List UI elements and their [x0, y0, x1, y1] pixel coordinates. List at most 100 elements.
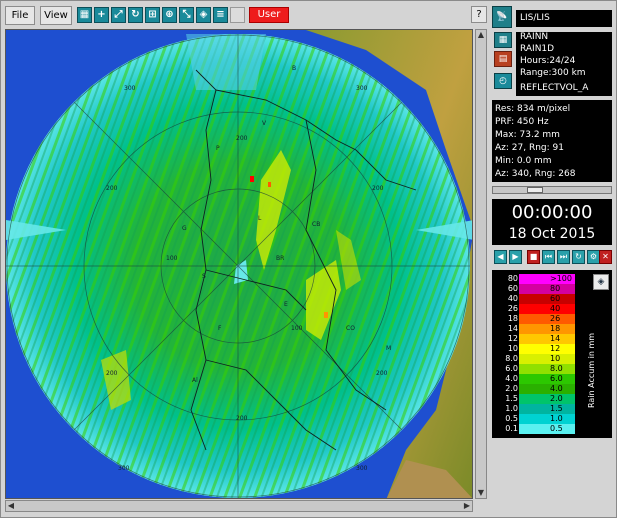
time-display: 00:00:00 18 Oct 2015 [492, 199, 612, 245]
legend-unit: Rain Accum in mm [587, 332, 596, 408]
radar-site-icon[interactable]: 📡 [492, 6, 512, 28]
rotate-tool-icon[interactable]: ↻ [128, 7, 143, 23]
range-label: 200 [106, 370, 118, 377]
resolution-text: Res: 834 m/pixel [495, 104, 571, 114]
measure-tool-icon[interactable]: ⊞ [145, 7, 160, 23]
legend-row: 80 >100 [492, 274, 612, 284]
toolbar: File View ▦ + ⤢ ↻ ⊞ ⊕ ⤡ ◈ ≡ User [5, 6, 485, 26]
product-2: RAIN1D [520, 44, 555, 54]
place-label: M [386, 345, 391, 352]
legend-lower-bound: 6.0 [505, 364, 518, 373]
help-button[interactable]: ? [471, 6, 487, 23]
scroll-right-icon[interactable]: ▶ [462, 501, 472, 511]
time-slider[interactable] [492, 186, 612, 194]
reflect-text: REFLECTVOL_A [516, 80, 612, 96]
legend-lower-bound: 4.0 [505, 374, 518, 383]
radar-name: LIS/LIS [516, 10, 612, 27]
legend-lower-bound: 60 [507, 284, 518, 293]
range-label: 200 [236, 135, 248, 142]
place-label: CO [346, 325, 355, 332]
radar-map-view[interactable]: 300 300 200 200 200 200 200 200 100 100 … [5, 29, 473, 499]
legend-lower-bound: 12 [507, 334, 518, 343]
last-frame-icon[interactable]: ⏭ [557, 250, 570, 264]
legend-swatch [519, 294, 575, 304]
max-text: Max: 73.2 mm [495, 130, 560, 140]
legend-swatch [519, 334, 575, 344]
range-label: 200 [372, 185, 384, 192]
range-tool-icon[interactable]: ⤡ [179, 7, 194, 23]
vertical-scrollbar[interactable]: ▲ ▼ [475, 29, 487, 499]
file-menu-button[interactable]: File [5, 6, 35, 25]
legend-swatch [519, 414, 575, 424]
min-text: Min: 0.0 mm [495, 156, 552, 166]
beam-artifact-north [186, 34, 266, 90]
legend-swatch [519, 354, 575, 364]
prf-text: PRF: 450 Hz [495, 117, 549, 127]
scroll-left-icon[interactable]: ◀ [6, 501, 16, 511]
range-label: 300 [124, 85, 136, 92]
rain-cell-red-1 [250, 176, 254, 182]
loop-icon[interactable]: ↻ [572, 250, 585, 264]
legend-upper-bound: 1.5 [550, 404, 563, 413]
legend-upper-bound: 14 [550, 334, 561, 343]
legend-lower-bound: 26 [507, 304, 518, 313]
play-icon[interactable]: ▶ [509, 250, 522, 264]
legend-upper-bound: 4.0 [550, 384, 563, 393]
range-rings [6, 34, 470, 498]
time-slider-thumb[interactable] [527, 187, 543, 193]
grid-tool-icon[interactable]: ▦ [77, 7, 92, 23]
scroll-up-icon[interactable]: ▲ [476, 30, 486, 40]
legend-lower-bound: 1.0 [505, 404, 518, 413]
clock-icon[interactable]: ◴ [494, 73, 512, 89]
legend-swatch [519, 324, 575, 334]
min-location-text: Az: 340, Rng: 268 [495, 169, 576, 179]
legend-lower-bound: 0.5 [505, 414, 518, 423]
legend-swatch [519, 304, 575, 314]
legend-upper-bound: 18 [550, 324, 561, 333]
step-back-icon[interactable]: ◀ [494, 250, 507, 264]
first-frame-icon[interactable]: ⏮ [542, 250, 555, 264]
legend-swatch [519, 284, 575, 294]
profile-tool-icon[interactable]: ⊕ [162, 7, 177, 23]
date-text: 18 Oct 2015 [508, 226, 596, 242]
range-label: 200 [236, 415, 248, 422]
place-label: B [292, 65, 296, 72]
legend-lower-bound: 40 [507, 294, 518, 303]
rain-cell-orange-1 [268, 182, 271, 187]
product-chart-icon[interactable]: ▤ [494, 51, 512, 67]
range-label: 100 [166, 255, 178, 262]
legend-lower-bound: 10 [507, 344, 518, 353]
rain-cell-orange-2 [324, 312, 328, 318]
legend-upper-bound: 80 [550, 284, 561, 293]
legend-swatch [519, 384, 575, 394]
legend-upper-bound: >100 [550, 274, 572, 283]
place-label: G [182, 225, 187, 232]
overlay-tool-icon[interactable]: ◈ [196, 7, 211, 23]
crosshair-tool-icon[interactable]: + [94, 7, 109, 23]
range-label: 300 [356, 85, 368, 92]
legend-upper-bound: 12 [550, 344, 561, 353]
user-button[interactable]: User [249, 7, 289, 23]
horizontal-scrollbar[interactable]: ◀ ▶ [5, 500, 473, 512]
place-label: P [216, 145, 220, 152]
legend-swatch [519, 404, 575, 414]
place-label: Al [192, 377, 198, 384]
product-grid-icon[interactable]: ▦ [494, 32, 512, 48]
legend-lower-bound: 14 [507, 324, 518, 333]
view-menu-button[interactable]: View [40, 6, 72, 25]
close-animation-icon[interactable]: ✕ [599, 250, 612, 264]
zoom-tool-icon[interactable]: ⤢ [111, 7, 126, 23]
stop-icon[interactable]: ■ [527, 250, 540, 264]
place-label: F [218, 325, 222, 332]
radar-viewer-window: File View ▦ + ⤢ ↻ ⊞ ⊕ ⤡ ◈ ≡ User ? 300 3… [0, 0, 617, 518]
blank-tool-icon[interactable] [230, 7, 245, 23]
scroll-down-icon[interactable]: ▼ [476, 488, 486, 498]
range-label: 200 [106, 185, 118, 192]
legend-upper-bound: 10 [550, 354, 561, 363]
legend-upper-bound: 2.0 [550, 394, 563, 403]
max-location-text: Az: 27, Rng: 91 [495, 143, 564, 153]
legend-row: 40 60 [492, 294, 612, 304]
layers-tool-icon[interactable]: ≡ [213, 7, 228, 23]
animation-controls: ◀ ▶ ■ ⏮ ⏭ ↻ ⚙ ✕ [492, 250, 612, 266]
legend-lower-bound: 1.5 [505, 394, 518, 403]
